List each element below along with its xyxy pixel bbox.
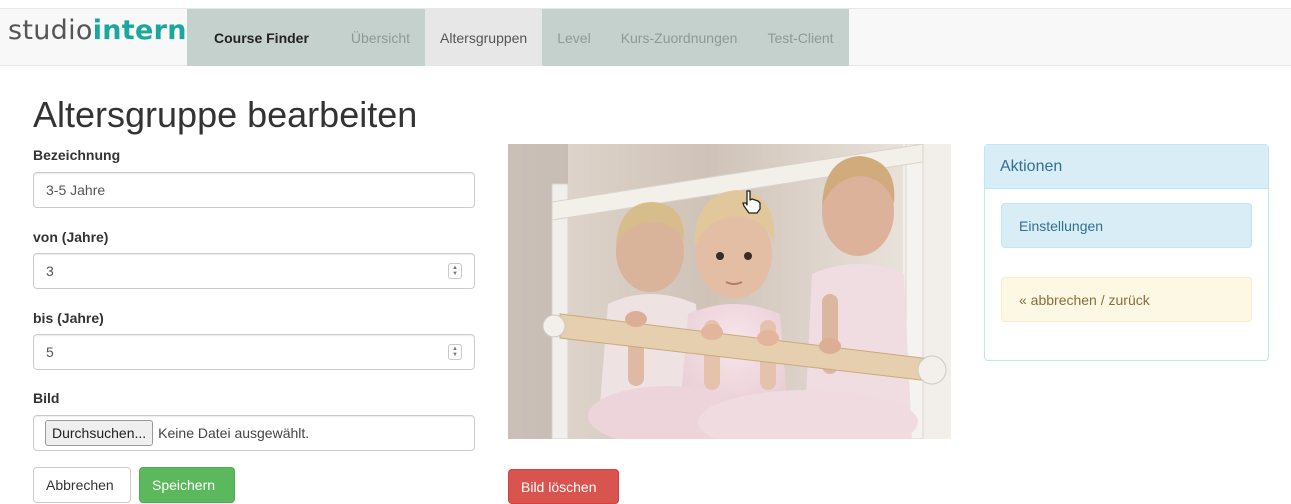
page-title: Altersgruppe bearbeiten xyxy=(33,94,418,135)
actions-panel: Aktionen Einstellungen « abbrechen / zur… xyxy=(984,144,1269,361)
label-von: von (Jahre) xyxy=(33,229,109,245)
von-value: 3 xyxy=(46,263,54,279)
bezeichnung-input[interactable]: 3-5 Jahre xyxy=(33,172,475,208)
nav-test-client[interactable]: Test-Client xyxy=(752,9,849,66)
nav-kurs-zuordnungen[interactable]: Kurs-Zuordnungen xyxy=(605,9,753,66)
bis-spinner-icon[interactable]: ▲ ▼ xyxy=(448,344,462,360)
label-bild: Bild xyxy=(33,390,60,406)
nav-uebersicht[interactable]: Übersicht xyxy=(335,9,426,66)
label-bezeichnung: Bezeichnung xyxy=(33,147,121,163)
von-input[interactable]: 3 ▲ ▼ xyxy=(33,253,475,289)
settings-link[interactable]: Einstellungen xyxy=(1001,203,1252,248)
bis-value: 5 xyxy=(46,344,54,360)
hand-cursor-icon xyxy=(742,190,761,214)
label-bis: bis (Jahre) xyxy=(33,310,104,326)
brand-logo-part1: studio xyxy=(8,15,93,46)
actions-panel-heading: Aktionen xyxy=(985,145,1268,189)
save-button[interactable]: Speichern xyxy=(139,467,235,503)
brand-logo[interactable]: studiointern xyxy=(8,15,187,46)
top-navbar: studiointern Course Finder Übersicht Alt… xyxy=(0,8,1291,66)
cancel-back-link[interactable]: « abbrechen / zurück xyxy=(1001,277,1252,322)
nav-altersgruppen[interactable]: Altersgruppen xyxy=(425,9,543,66)
bild-file-input[interactable]: Durchsuchen... Keine Datei ausgewählt. xyxy=(33,415,475,451)
nav-level[interactable]: Level xyxy=(542,9,606,66)
file-status: Keine Datei ausgewählt. xyxy=(158,425,310,441)
main-nav: Course Finder Übersicht Altersgruppen Le… xyxy=(187,9,849,66)
brand-logo-part2: intern xyxy=(92,15,187,46)
cancel-button[interactable]: Abbrechen xyxy=(33,467,131,503)
delete-image-button[interactable]: Bild löschen xyxy=(508,469,619,504)
von-spinner-icon[interactable]: ▲ ▼ xyxy=(448,263,462,279)
ballet-photo-illustration xyxy=(508,144,951,439)
nav-course-finder[interactable]: Course Finder xyxy=(187,9,336,66)
age-group-image xyxy=(508,144,951,439)
bezeichnung-value: 3-5 Jahre xyxy=(46,182,106,198)
browse-button[interactable]: Durchsuchen... xyxy=(45,420,154,446)
bis-input[interactable]: 5 ▲ ▼ xyxy=(33,334,475,370)
